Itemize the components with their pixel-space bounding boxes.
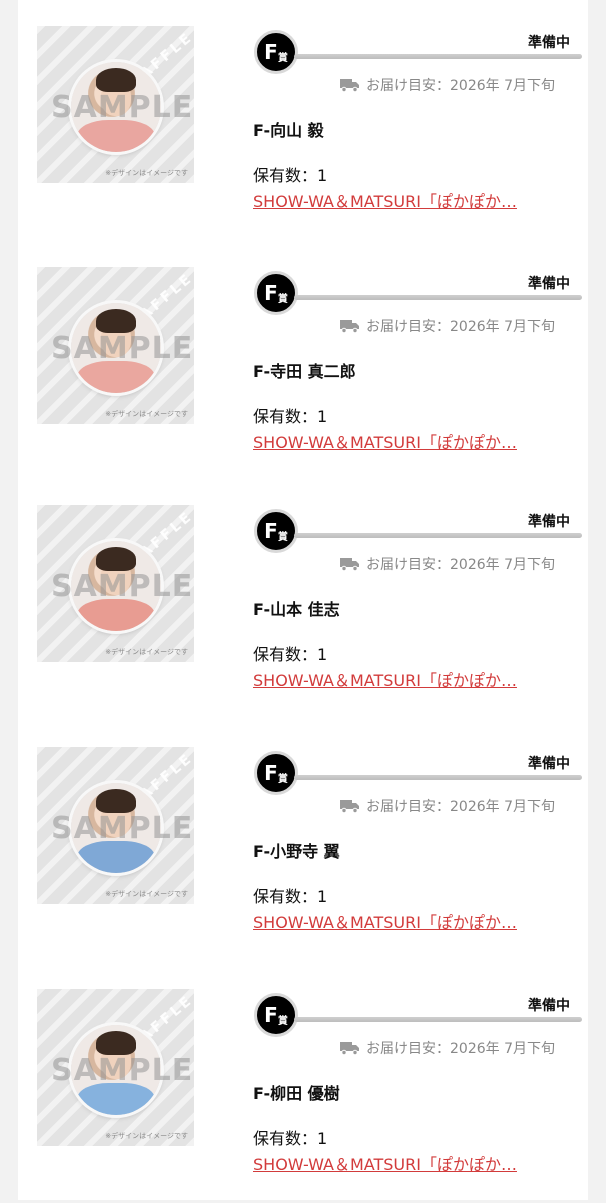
prize-item[interactable]: RAFFLE SAMPLE ※デザインはイメージです F賞 準備中 お届け目安：… [18, 721, 588, 961]
sample-watermark: SAMPLE [51, 90, 194, 125]
truck-icon [340, 558, 359, 571]
sample-watermark: SAMPLE [51, 811, 194, 846]
prize-item[interactable]: RAFFLE SAMPLE ※デザインはイメージです F賞 準備中 お届け目安：… [18, 479, 588, 719]
grade-badge: F賞 [254, 30, 298, 74]
campaign-link[interactable]: SHOW-WA＆MATSURI「ぽかぽか… [253, 188, 517, 212]
badge-hair [96, 68, 136, 92]
design-note: ※デザインはイメージです [105, 169, 188, 177]
grade-letter: F [264, 519, 278, 543]
grade-suffix: 賞 [277, 1015, 288, 1027]
item-name: F-向山 毅 [253, 121, 324, 140]
grade-badge: F賞 [254, 509, 298, 553]
status-progress-bar [294, 295, 582, 300]
delivery-estimate: お届け目安：2026年 7月下旬 [340, 1038, 555, 1058]
item-thumbnail[interactable]: RAFFLE SAMPLE ※デザインはイメージです [37, 505, 194, 662]
delivery-estimate: お届け目安：2026年 7月下旬 [340, 75, 555, 95]
status-label: 準備中 [528, 998, 570, 1014]
campaign-link[interactable]: SHOW-WA＆MATSURI「ぽかぽか… [253, 1151, 517, 1175]
status-label: 準備中 [528, 756, 570, 772]
grade-letter: F [264, 1003, 278, 1027]
grade-suffix: 賞 [277, 293, 288, 305]
badge-hair [96, 1031, 136, 1055]
grade-letter: F [264, 40, 278, 64]
design-note: ※デザインはイメージです [105, 648, 188, 656]
item-name: F-山本 佳志 [253, 600, 340, 619]
prize-item[interactable]: RAFFLE SAMPLE ※デザインはイメージです F賞 準備中 お届け目安：… [18, 963, 588, 1203]
delivery-estimate: お届け目安：2026年 7月下旬 [340, 796, 555, 816]
design-note: ※デザインはイメージです [105, 410, 188, 418]
grade-badge: F賞 [254, 751, 298, 795]
item-name: F-柳田 優樹 [253, 1084, 340, 1103]
badge-hair [96, 547, 136, 571]
design-note: ※デザインはイメージです [105, 890, 188, 898]
sample-watermark: SAMPLE [51, 331, 194, 366]
grade-suffix: 賞 [277, 531, 288, 543]
campaign-link[interactable]: SHOW-WA＆MATSURI「ぽかぽか… [253, 667, 517, 691]
item-thumbnail[interactable]: RAFFLE SAMPLE ※デザインはイメージです [37, 747, 194, 904]
design-note: ※デザインはイメージです [105, 1132, 188, 1140]
item-quantity: 保有数：1 [253, 1129, 328, 1148]
prize-item[interactable]: RAFFLE SAMPLE ※デザインはイメージです F賞 準備中 お届け目安：… [18, 0, 588, 240]
grade-badge: F賞 [254, 271, 298, 315]
grade-suffix: 賞 [277, 52, 288, 64]
campaign-link[interactable]: SHOW-WA＆MATSURI「ぽかぽか… [253, 909, 517, 933]
badge-hair [96, 789, 136, 813]
badge-hair [96, 309, 136, 333]
status-progress-bar [294, 775, 582, 780]
item-thumbnail[interactable]: RAFFLE SAMPLE ※デザインはイメージです [37, 267, 194, 424]
grade-badge: F賞 [254, 993, 298, 1037]
truck-icon [340, 1042, 359, 1055]
status-progress-bar [294, 1017, 582, 1022]
item-thumbnail[interactable]: RAFFLE SAMPLE ※デザインはイメージです [37, 26, 194, 183]
sample-watermark: SAMPLE [51, 569, 194, 604]
campaign-link[interactable]: SHOW-WA＆MATSURI「ぽかぽか… [253, 429, 517, 453]
truck-icon [340, 320, 359, 333]
truck-icon [340, 800, 359, 813]
delivery-text: お届け目安：2026年 7月下旬 [366, 557, 555, 573]
status-label: 準備中 [528, 276, 570, 292]
delivery-text: お届け目安：2026年 7月下旬 [366, 799, 555, 815]
delivery-estimate: お届け目安：2026年 7月下旬 [340, 316, 555, 336]
status-label: 準備中 [528, 514, 570, 530]
truck-icon [340, 79, 359, 92]
grade-suffix: 賞 [277, 773, 288, 785]
sample-watermark: SAMPLE [51, 1053, 194, 1088]
item-quantity: 保有数：1 [253, 887, 328, 906]
grade-letter: F [264, 761, 278, 785]
delivery-text: お届け目安：2026年 7月下旬 [366, 78, 555, 94]
item-quantity: 保有数：1 [253, 407, 328, 426]
item-quantity: 保有数：1 [253, 166, 328, 185]
delivery-estimate: お届け目安：2026年 7月下旬 [340, 554, 555, 574]
item-name: F-小野寺 翼 [253, 842, 340, 861]
status-progress-bar [294, 533, 582, 538]
item-name: F-寺田 真二郎 [253, 362, 356, 381]
item-thumbnail[interactable]: RAFFLE SAMPLE ※デザインはイメージです [37, 989, 194, 1146]
prize-item[interactable]: RAFFLE SAMPLE ※デザインはイメージです F賞 準備中 お届け目安：… [18, 241, 588, 481]
delivery-text: お届け目安：2026年 7月下旬 [366, 319, 555, 335]
delivery-text: お届け目安：2026年 7月下旬 [366, 1041, 555, 1057]
status-label: 準備中 [528, 35, 570, 51]
grade-letter: F [264, 281, 278, 305]
status-progress-bar [294, 54, 582, 59]
item-quantity: 保有数：1 [253, 645, 328, 664]
